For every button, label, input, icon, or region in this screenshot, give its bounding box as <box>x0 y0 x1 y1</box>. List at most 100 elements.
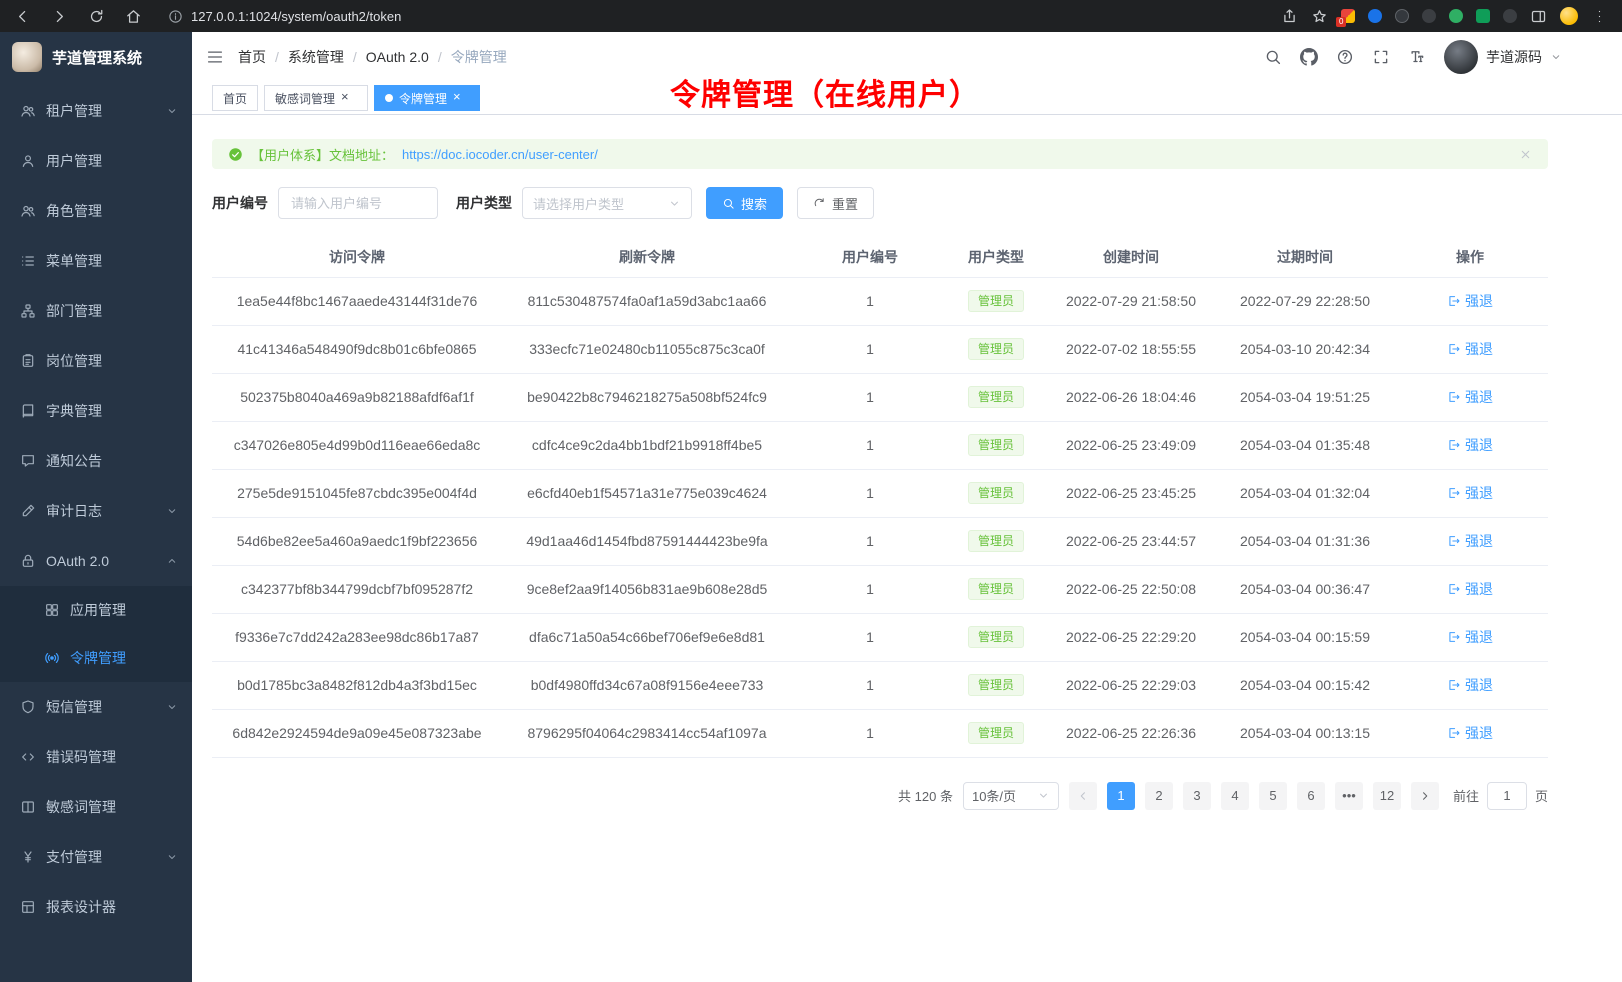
fullscreen-icon[interactable] <box>1372 48 1390 66</box>
hamburger-icon[interactable] <box>206 48 224 66</box>
refresh-token-cell: 49d1aa46d1454fbd87591444423be9fa <box>502 517 792 565</box>
sidebar-item-menu[interactable]: 菜单管理 <box>0 236 192 286</box>
sidebar-item-dict[interactable]: 字典管理 <box>0 386 192 436</box>
force-logout-button[interactable]: 强退 <box>1447 627 1493 647</box>
sidebar-item-user[interactable]: 用户管理 <box>0 136 192 186</box>
page-button-6[interactable]: 6 <box>1297 782 1325 810</box>
user-type-cell: 管理员 <box>948 421 1044 469</box>
extension-icon[interactable] <box>1422 9 1436 23</box>
pagination-more[interactable]: ••• <box>1335 782 1363 810</box>
page-button-2[interactable]: 2 <box>1145 782 1173 810</box>
user-type-placeholder: 请选择用户类型 <box>533 194 624 213</box>
prev-page-button[interactable] <box>1069 782 1097 810</box>
force-logout-button[interactable]: 强退 <box>1447 387 1493 407</box>
user-menu[interactable]: 芋道源码 <box>1444 40 1562 74</box>
app-logo[interactable]: 芋道管理系统 <box>0 32 192 82</box>
table-row: f9336e7c7dd242a283ee98dc86b17a87dfa6c71a… <box>212 613 1548 661</box>
sidebar-item-role[interactable]: 角色管理 <box>0 186 192 236</box>
sidebar-item-oauth2-token[interactable]: 令牌管理 <box>0 634 192 682</box>
page-size-select[interactable]: 10条/页 <box>963 782 1059 810</box>
access-token-cell: 275e5de9151045fe87cbdc395e004f4d <box>212 469 502 517</box>
user-id-label: 用户编号 <box>212 193 268 213</box>
force-logout-label: 强退 <box>1465 339 1493 359</box>
breadcrumb-item[interactable]: 系统管理 <box>288 47 344 67</box>
forward-icon[interactable] <box>51 8 68 25</box>
force-logout-button[interactable]: 强退 <box>1447 435 1493 455</box>
force-logout-button[interactable]: 强退 <box>1447 723 1493 743</box>
help-icon[interactable] <box>1336 48 1354 66</box>
github-icon[interactable] <box>1300 48 1318 66</box>
search-icon[interactable] <box>1264 48 1282 66</box>
browser-menu-icon[interactable] <box>1591 8 1608 25</box>
close-tab-icon[interactable]: × <box>341 90 357 106</box>
sidebar-item-audit-log[interactable]: 审计日志 <box>0 486 192 536</box>
font-size-icon[interactable] <box>1408 48 1426 66</box>
force-logout-button[interactable]: 强退 <box>1447 483 1493 503</box>
breadcrumb-item[interactable]: OAuth 2.0 <box>366 49 429 65</box>
access-token-cell: b0d1785bc3a8482f812db4a3f3bd15ec <box>212 661 502 709</box>
sidebar-item-pay[interactable]: 支付管理 <box>0 832 192 882</box>
create-time-cell: 2022-06-25 23:44:57 <box>1044 517 1218 565</box>
user-id-input[interactable] <box>278 187 438 219</box>
sidebar-item-notice[interactable]: 通知公告 <box>0 436 192 486</box>
extension-icon[interactable] <box>1368 9 1382 23</box>
extension-icon[interactable] <box>1503 9 1517 23</box>
sidebar-item-oauth2[interactable]: OAuth 2.0 <box>0 536 192 586</box>
next-page-button[interactable] <box>1411 782 1439 810</box>
force-logout-button[interactable]: 强退 <box>1447 339 1493 359</box>
back-icon[interactable] <box>14 8 31 25</box>
site-info-icon[interactable] <box>168 9 183 24</box>
force-logout-button[interactable]: 强退 <box>1447 579 1493 599</box>
reset-button[interactable]: 重置 <box>797 187 874 219</box>
extension-icon[interactable] <box>1449 9 1463 23</box>
sidebar-item-label: 岗位管理 <box>46 351 178 371</box>
doc-link[interactable]: https://doc.iocoder.cn/user-center/ <box>402 147 598 162</box>
sidebar-item-sensitive-word[interactable]: 敏感词管理 <box>0 782 192 832</box>
sidebar-item-report-designer[interactable]: 报表设计器 <box>0 882 192 932</box>
reload-icon[interactable] <box>88 8 105 25</box>
force-logout-label: 强退 <box>1465 675 1493 695</box>
search-button[interactable]: 搜索 <box>706 187 783 219</box>
page-button-5[interactable]: 5 <box>1259 782 1287 810</box>
user-type-select[interactable]: 请选择用户类型 <box>522 187 692 219</box>
home-icon[interactable] <box>125 8 142 25</box>
page-button-1[interactable]: 1 <box>1107 782 1135 810</box>
force-logout-button[interactable]: 强退 <box>1447 291 1493 311</box>
force-logout-button[interactable]: 强退 <box>1447 531 1493 551</box>
sidebar-item-post[interactable]: 岗位管理 <box>0 336 192 386</box>
extension-icon[interactable]: 0 <box>1341 9 1355 23</box>
extension-icon[interactable] <box>1476 9 1490 23</box>
extension-icon[interactable] <box>1395 9 1409 23</box>
address-bar[interactable]: 127.0.0.1:1024/system/oauth2/token <box>168 9 1281 24</box>
page-button-4[interactable]: 4 <box>1221 782 1249 810</box>
sidebar-item-error-code[interactable]: 错误码管理 <box>0 732 192 782</box>
profile-avatar-icon[interactable] <box>1560 7 1578 25</box>
sidebar-item-oauth2-app[interactable]: 应用管理 <box>0 586 192 634</box>
goto-page-input[interactable] <box>1487 782 1527 810</box>
sidebar-item-tenant[interactable]: 租户管理 <box>0 86 192 136</box>
force-logout-button[interactable]: 强退 <box>1447 675 1493 695</box>
bookmark-star-icon[interactable] <box>1311 8 1328 25</box>
expire-time-cell: 2054-03-04 00:13:15 <box>1218 709 1392 757</box>
breadcrumb-item[interactable]: 首页 <box>238 47 266 67</box>
tab-home[interactable]: 首页 <box>212 85 258 111</box>
close-icon[interactable] <box>1519 148 1532 161</box>
sidebar-item-dept[interactable]: 部门管理 <box>0 286 192 336</box>
expire-time-cell: 2054-03-04 01:32:04 <box>1218 469 1392 517</box>
force-logout-label: 强退 <box>1465 291 1493 311</box>
close-tab-icon[interactable]: × <box>453 90 469 106</box>
page-button-3[interactable]: 3 <box>1183 782 1211 810</box>
action-cell: 强退 <box>1392 709 1548 757</box>
share-icon[interactable] <box>1281 8 1298 25</box>
tab-token[interactable]: 令牌管理× <box>374 85 480 111</box>
table-row: 275e5de9151045fe87cbdc395e004f4de6cfd40e… <box>212 469 1548 517</box>
table-row: 54d6be82ee5a460a9aedc1f9bf22365649d1aa46… <box>212 517 1548 565</box>
pagination-total: 共 120 条 <box>898 786 953 805</box>
annotation-text: 令牌管理（在线用户） <box>670 70 980 114</box>
user-type-badge: 管理员 <box>968 290 1024 312</box>
sidebar-item-sms[interactable]: 短信管理 <box>0 682 192 732</box>
page-button-12[interactable]: 12 <box>1373 782 1401 810</box>
side-panel-icon[interactable] <box>1530 8 1547 25</box>
user-type-cell: 管理员 <box>948 373 1044 421</box>
tab-sensitive-word[interactable]: 敏感词管理× <box>264 85 368 111</box>
